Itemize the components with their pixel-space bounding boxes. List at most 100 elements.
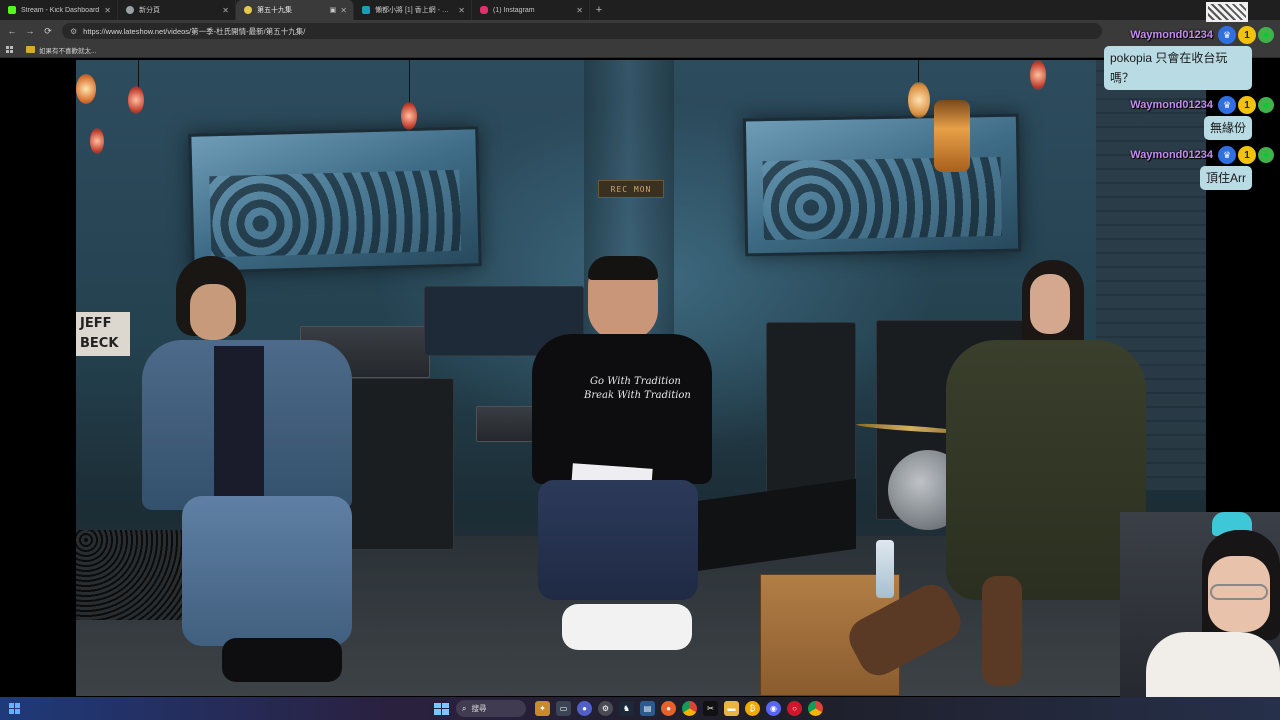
chrome-icon[interactable] [682, 701, 697, 716]
poster-crowd [209, 169, 462, 257]
jeff-sign-line1: JEFF [80, 316, 112, 331]
chat-username: Waymond01234 [1130, 149, 1213, 161]
tab-kick-dashboard[interactable]: Stream - Kick Dashboard ✕ [0, 0, 118, 20]
chat-message: Waymond01234 ♛ 1 ● pokopia 只會在收台玩嗎？ [1104, 24, 1274, 90]
jeff-beck-sign: JEFF BECK [76, 312, 130, 356]
chat-text: pokopia 只會在收台玩嗎？ [1104, 46, 1252, 90]
address-bar[interactable]: ⚙ https://www.lateshow.net/videos/第一季-杜氏… [62, 23, 1102, 39]
steam-icon[interactable]: ♞ [619, 701, 634, 716]
bass-amp [766, 322, 856, 492]
reload-icon[interactable]: ⟳ [40, 23, 56, 39]
left-guest [142, 256, 372, 696]
frog-emote-icon: ● [1258, 97, 1274, 113]
guest-shirt [214, 346, 264, 496]
site-info-icon[interactable]: ⚙ [70, 27, 77, 36]
tab-bahamut[interactable]: 懶都小將 [1] 香上網 - 巴哈姆特 ✕ [354, 0, 472, 20]
rec-mon-sign: REC MON [598, 180, 664, 198]
pendant-bulb [90, 128, 104, 154]
bahamut-favicon-icon [362, 6, 370, 14]
tab-episode-59[interactable]: 第五十九集 ▣ ✕ [236, 0, 354, 20]
taskbar-center: ⌕ 搜尋 ✦ ▭ ● ⚙ ♞ ▤ ● ✂ ▬ ₿ ◉ ○ [432, 699, 826, 718]
tab-title: Stream - Kick Dashboard [21, 6, 100, 14]
explorer-icon[interactable]: ✦ [535, 701, 550, 716]
frog-emote-icon: ● [1258, 27, 1274, 43]
sub-badge-icon: 1 [1238, 146, 1256, 164]
crown-badge-icon: ♛ [1218, 146, 1236, 164]
widgets-icon[interactable] [9, 703, 20, 714]
tab-close-icon[interactable]: ✕ [104, 6, 111, 15]
taskbar-search[interactable]: ⌕ 搜尋 [456, 700, 526, 717]
host-tshirt [532, 334, 712, 484]
globe-favicon-icon [126, 6, 134, 14]
host-sneakers [562, 604, 692, 650]
streamer-webcam [1120, 512, 1280, 720]
apps-grid-icon[interactable] [6, 45, 14, 54]
bookmarks-bar: 如果有不喜歡就太... [0, 42, 1280, 58]
left-poster [188, 126, 482, 274]
new-tab-button[interactable]: + [590, 0, 608, 20]
right-guest [842, 260, 1146, 696]
tab-new-page[interactable]: 新分頁 ✕ [118, 0, 236, 20]
tab-close-icon[interactable]: ✕ [458, 6, 465, 15]
tab-close-icon[interactable]: ✕ [222, 6, 229, 15]
host-jeans [538, 480, 698, 600]
start-button-icon[interactable] [432, 701, 449, 717]
video-player[interactable]: REC MON JEFF BECK Go With Tradition Brea… [76, 60, 1206, 696]
tab-title: 第五十九集 [257, 7, 292, 14]
firefox-icon[interactable]: ● [661, 701, 676, 716]
sub-badge-icon: 1 [1238, 96, 1256, 114]
guest-face [190, 284, 236, 340]
lamp-cord [409, 60, 410, 104]
pendant-bulb [401, 102, 417, 130]
pendant-bulb [1030, 60, 1046, 90]
crown-badge-icon: ♛ [1218, 26, 1236, 44]
forward-arrow-icon[interactable]: → [22, 23, 38, 39]
streamer-glasses [1210, 584, 1268, 600]
chrome-alt-icon[interactable] [808, 701, 823, 716]
browser-tab-strip: Stream - Kick Dashboard ✕ 新分頁 ✕ 第五十九集 ▣ … [0, 0, 1280, 20]
photos-icon[interactable]: ▤ [640, 701, 655, 716]
guest-face [1030, 274, 1070, 334]
tee-print-line1: Go With Tradition [590, 376, 681, 387]
tee-print-line2: Break With Tradition [584, 390, 691, 401]
right-poster [742, 113, 1022, 257]
windows-taskbar: ⌕ 搜尋 ✦ ▭ ● ⚙ ♞ ▤ ● ✂ ▬ ₿ ◉ ○ [0, 697, 1280, 720]
pendant-bulb [908, 82, 930, 118]
pendant-bulb [128, 86, 144, 114]
bitcoin-icon[interactable]: ₿ [745, 701, 760, 716]
guest-jeans [182, 496, 352, 646]
zoom-icon[interactable]: ● [577, 701, 592, 716]
bookmark-item[interactable]: 如果有不喜歡就太... [39, 45, 96, 55]
media-cast-icon[interactable]: ▣ [330, 6, 337, 14]
host-hair [588, 256, 658, 280]
guest-boot-left [842, 577, 968, 683]
tab-title: 懶都小將 [1] 香上網 - 巴哈姆特 [375, 7, 454, 14]
chat-username: Waymond01234 [1130, 99, 1213, 111]
lateshow-favicon-icon [244, 6, 252, 14]
folder-icon[interactable]: ▬ [724, 701, 739, 716]
sub-badge-icon: 1 [1238, 26, 1256, 44]
lamp-cord [918, 60, 919, 84]
chat-message: Waymond01234 ♛ 1 ● 頂住Arr [1104, 144, 1274, 190]
kick-favicon-icon [8, 6, 16, 14]
tab-close-icon[interactable]: ✕ [576, 6, 583, 15]
qr-code-overlay [1206, 2, 1248, 22]
tab-instagram[interactable]: (1) Instagram ✕ [472, 0, 590, 20]
chat-message: Waymond01234 ♛ 1 ● 無緣份 [1104, 94, 1274, 140]
frog-emote-icon: ● [1258, 147, 1274, 163]
opera-icon[interactable]: ○ [787, 701, 802, 716]
tab-close-icon[interactable]: ✕ [340, 6, 347, 15]
discord-icon[interactable]: ◉ [766, 701, 781, 716]
browser-toolbar: ← → ⟳ ⚙ https://www.lateshow.net/videos/… [0, 20, 1280, 42]
water-bottle [876, 540, 894, 598]
settings-icon[interactable]: ⚙ [598, 701, 613, 716]
tab-title: (1) Instagram [493, 6, 535, 14]
guest-boot-right [982, 576, 1022, 686]
capcut-icon[interactable]: ✂ [703, 701, 718, 716]
pendant-bulb [76, 74, 96, 104]
back-arrow-icon[interactable]: ← [4, 23, 20, 39]
media-icon[interactable]: ▭ [556, 701, 571, 716]
guest-dress [946, 340, 1146, 600]
chat-overlay: Waymond01234 ♛ 1 ● pokopia 只會在收台玩嗎？ Waym… [1104, 24, 1274, 194]
crown-badge-icon: ♛ [1218, 96, 1236, 114]
